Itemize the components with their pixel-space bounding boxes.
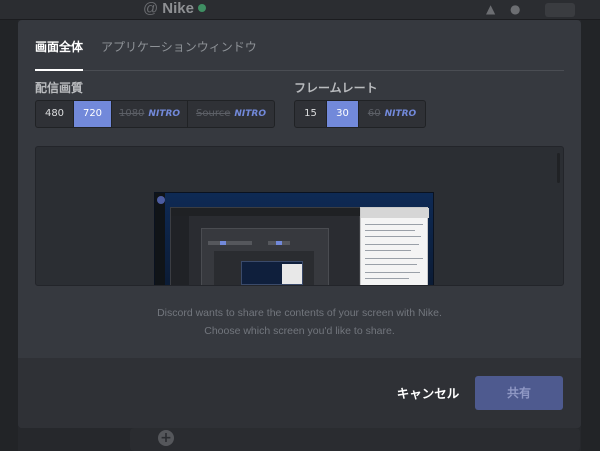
- resolution-selector: 480 720 1080 NITRO Source NITRO: [35, 100, 275, 128]
- preview-scrollbar[interactable]: [557, 153, 560, 183]
- framerate-option-15[interactable]: 15: [295, 101, 327, 127]
- cancel-button[interactable]: キャンセル: [388, 382, 468, 406]
- nitro-badge: NITRO: [148, 109, 181, 119]
- framerate-label: フレームレート: [294, 81, 378, 95]
- tab-application-window[interactable]: アプリケーションウィンドウ: [101, 38, 257, 72]
- nitro-badge: NITRO: [234, 109, 266, 119]
- thumbnail-discord-window: [170, 207, 361, 285]
- screen-preview-list: [35, 146, 564, 286]
- background-sidebar: [0, 20, 18, 451]
- nitro-badge: NITRO: [384, 109, 417, 119]
- resolution-option-source[interactable]: Source NITRO: [188, 101, 274, 127]
- channel-title: @ Nike: [143, 0, 206, 20]
- resolution-1080-label: 1080: [118, 108, 145, 119]
- plus-icon: +: [158, 430, 174, 446]
- framerate-option-60[interactable]: 60 NITRO: [359, 101, 425, 127]
- description-line-2: Choose which screen you'd like to share.: [204, 325, 395, 337]
- tab-entire-screen[interactable]: 画面全体: [35, 38, 84, 71]
- description-line-1: Discord wants to share the contents of y…: [157, 307, 442, 319]
- share-button[interactable]: 共有: [475, 376, 563, 410]
- bell-icon[interactable]: ▲: [486, 2, 495, 16]
- thumbnail-taskbar: [155, 193, 165, 285]
- online-status-icon: [197, 4, 206, 12]
- thumbnail-logo-icon: [157, 196, 165, 204]
- share-description: Discord wants to share the contents of y…: [18, 304, 581, 340]
- screen-share-modal: 画面全体 アプリケーションウィンドウ 配信画質 480 720 1080 NITR…: [18, 20, 581, 428]
- screen-thumbnail[interactable]: [154, 192, 434, 285]
- member-list-icon[interactable]: ●: [510, 2, 520, 16]
- resolution-source-label: Source: [196, 108, 231, 119]
- share-source-tabs: 画面全体 アプリケーションウィンドウ: [35, 20, 564, 71]
- thumbnail-dialog: [201, 228, 329, 285]
- channel-header: @ Nike ▲ ●: [0, 0, 600, 20]
- resolution-option-720[interactable]: 720: [74, 101, 112, 127]
- background-right-panel: [581, 20, 600, 451]
- resolution-option-1080[interactable]: 1080 NITRO: [112, 101, 188, 127]
- at-icon: @: [143, 0, 159, 17]
- message-input-bar: [130, 428, 580, 451]
- resolution-label: 配信画質: [35, 81, 84, 95]
- thumbnail-browser-window: [360, 207, 429, 285]
- framerate-option-30[interactable]: 30: [327, 101, 359, 127]
- resolution-option-480[interactable]: 480: [36, 101, 74, 127]
- framerate-selector: 15 30 60 NITRO: [294, 100, 426, 128]
- framerate-60-label: 60: [367, 108, 381, 119]
- search-box[interactable]: [545, 3, 575, 17]
- channel-name: Nike: [162, 0, 194, 17]
